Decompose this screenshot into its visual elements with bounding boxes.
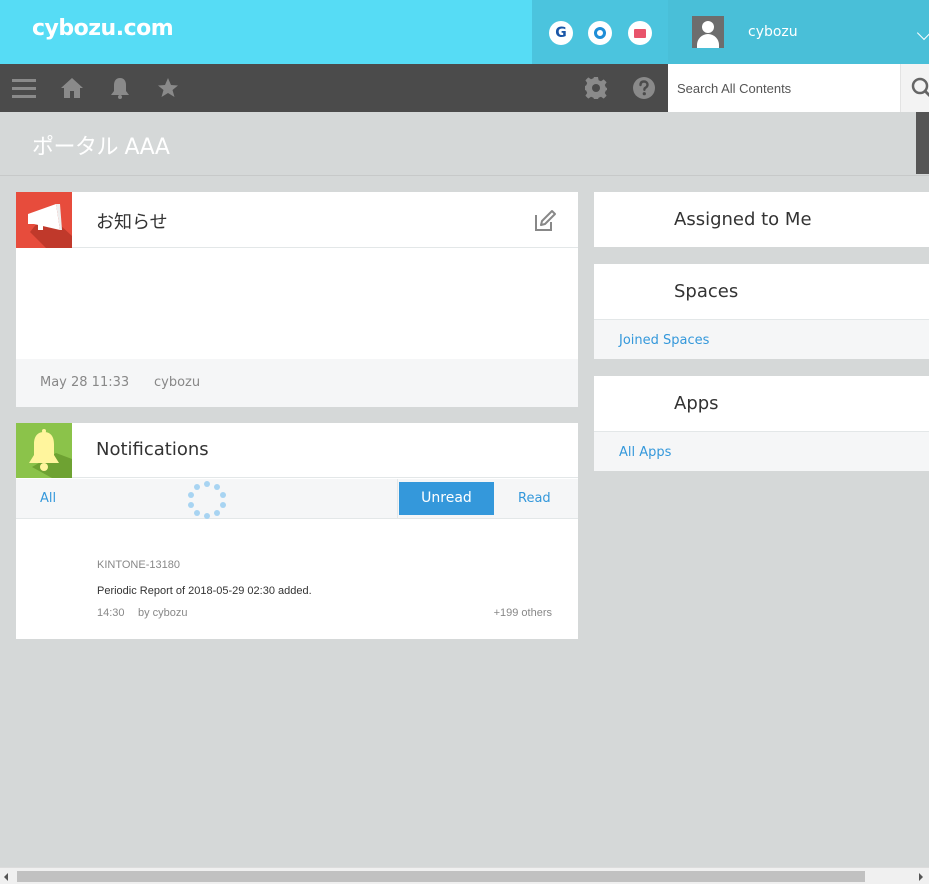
tab-divider (397, 479, 398, 519)
top-header: cybozu.com G cybozu (0, 0, 929, 64)
all-apps-link[interactable]: All Apps (619, 445, 671, 460)
search-icon (911, 77, 929, 97)
bell-icon (16, 423, 72, 478)
scroll-left-icon[interactable] (4, 873, 8, 881)
spaces-header: Spaces (594, 264, 929, 320)
notification-app-name: KINTONE-13180 (97, 559, 180, 571)
spaces-widget: Spaces Joined Spaces (594, 264, 929, 359)
assigned-widget: Assigned to Me (594, 192, 929, 247)
tab-unread[interactable]: Unread (399, 482, 494, 515)
spaces-body: Joined Spaces (594, 320, 929, 359)
loading-spinner-icon (188, 481, 226, 519)
office-app-icon[interactable] (588, 21, 612, 45)
search-box (668, 64, 929, 112)
chevron-down-icon[interactable] (916, 25, 929, 41)
announcement-header: お知らせ (16, 192, 578, 248)
mailwise-app-icon[interactable] (628, 21, 652, 45)
horizontal-scrollbar[interactable] (0, 867, 929, 884)
search-button[interactable] (900, 64, 929, 112)
garoon-app-icon[interactable]: G (549, 21, 573, 45)
page-title-bar: ポータル AAA (0, 112, 929, 176)
app-switcher: G (532, 0, 668, 64)
menu-icon[interactable] (12, 76, 36, 100)
edit-icon[interactable] (533, 209, 557, 233)
notification-others: +199 others (493, 607, 552, 619)
assigned-title: Assigned to Me (674, 209, 812, 230)
page-title: ポータル AAA (32, 135, 170, 160)
announcement-footer: May 28 11:33 cybozu (16, 359, 578, 407)
notifications-tabs: All Unread Read (16, 479, 578, 519)
user-menu[interactable]: cybozu (668, 0, 929, 64)
scrollbar-thumb[interactable] (17, 871, 865, 882)
home-icon[interactable] (60, 76, 84, 100)
gear-icon[interactable] (584, 76, 608, 100)
main-navbar (0, 64, 668, 112)
tab-read[interactable]: Read (518, 491, 551, 506)
notifications-title: Notifications (96, 439, 209, 460)
apps-title: Apps (674, 393, 719, 414)
help-icon[interactable] (632, 76, 656, 100)
apps-body: All Apps (594, 432, 929, 471)
apps-widget: Apps All Apps (594, 376, 929, 471)
notifications-header: Notifications (16, 423, 578, 478)
spaces-title: Spaces (674, 281, 739, 302)
announcement-widget: お知らせ May 28 11:33 cybozu (16, 192, 578, 407)
announcement-date: May 28 11:33 (40, 375, 130, 390)
star-icon[interactable] (156, 76, 180, 100)
search-input[interactable] (668, 64, 900, 112)
avatar[interactable] (692, 16, 724, 48)
megaphone-icon (16, 192, 72, 248)
cybozu-logo[interactable]: cybozu.com (32, 16, 174, 41)
announcement-body (16, 248, 578, 359)
notification-time: 14:30 (97, 607, 125, 619)
notifications-widget: Notifications All Unread Read KINTONE-13… (16, 423, 578, 639)
notification-list-item[interactable]: KINTONE-13180 Periodic Report of 2018-05… (16, 519, 578, 639)
tab-all[interactable]: All (40, 491, 56, 506)
side-panel-handle[interactable] (916, 112, 929, 174)
apps-header: Apps (594, 376, 929, 432)
bell-icon[interactable] (108, 76, 132, 100)
scroll-right-icon[interactable] (919, 873, 923, 881)
announcement-author[interactable]: cybozu (154, 375, 200, 390)
joined-spaces-link[interactable]: Joined Spaces (619, 333, 709, 348)
announcement-title: お知らせ (96, 212, 168, 233)
username[interactable]: cybozu (748, 24, 798, 40)
notification-author: by cybozu (138, 607, 188, 619)
notification-message[interactable]: Periodic Report of 2018-05-29 02:30 adde… (97, 585, 312, 597)
